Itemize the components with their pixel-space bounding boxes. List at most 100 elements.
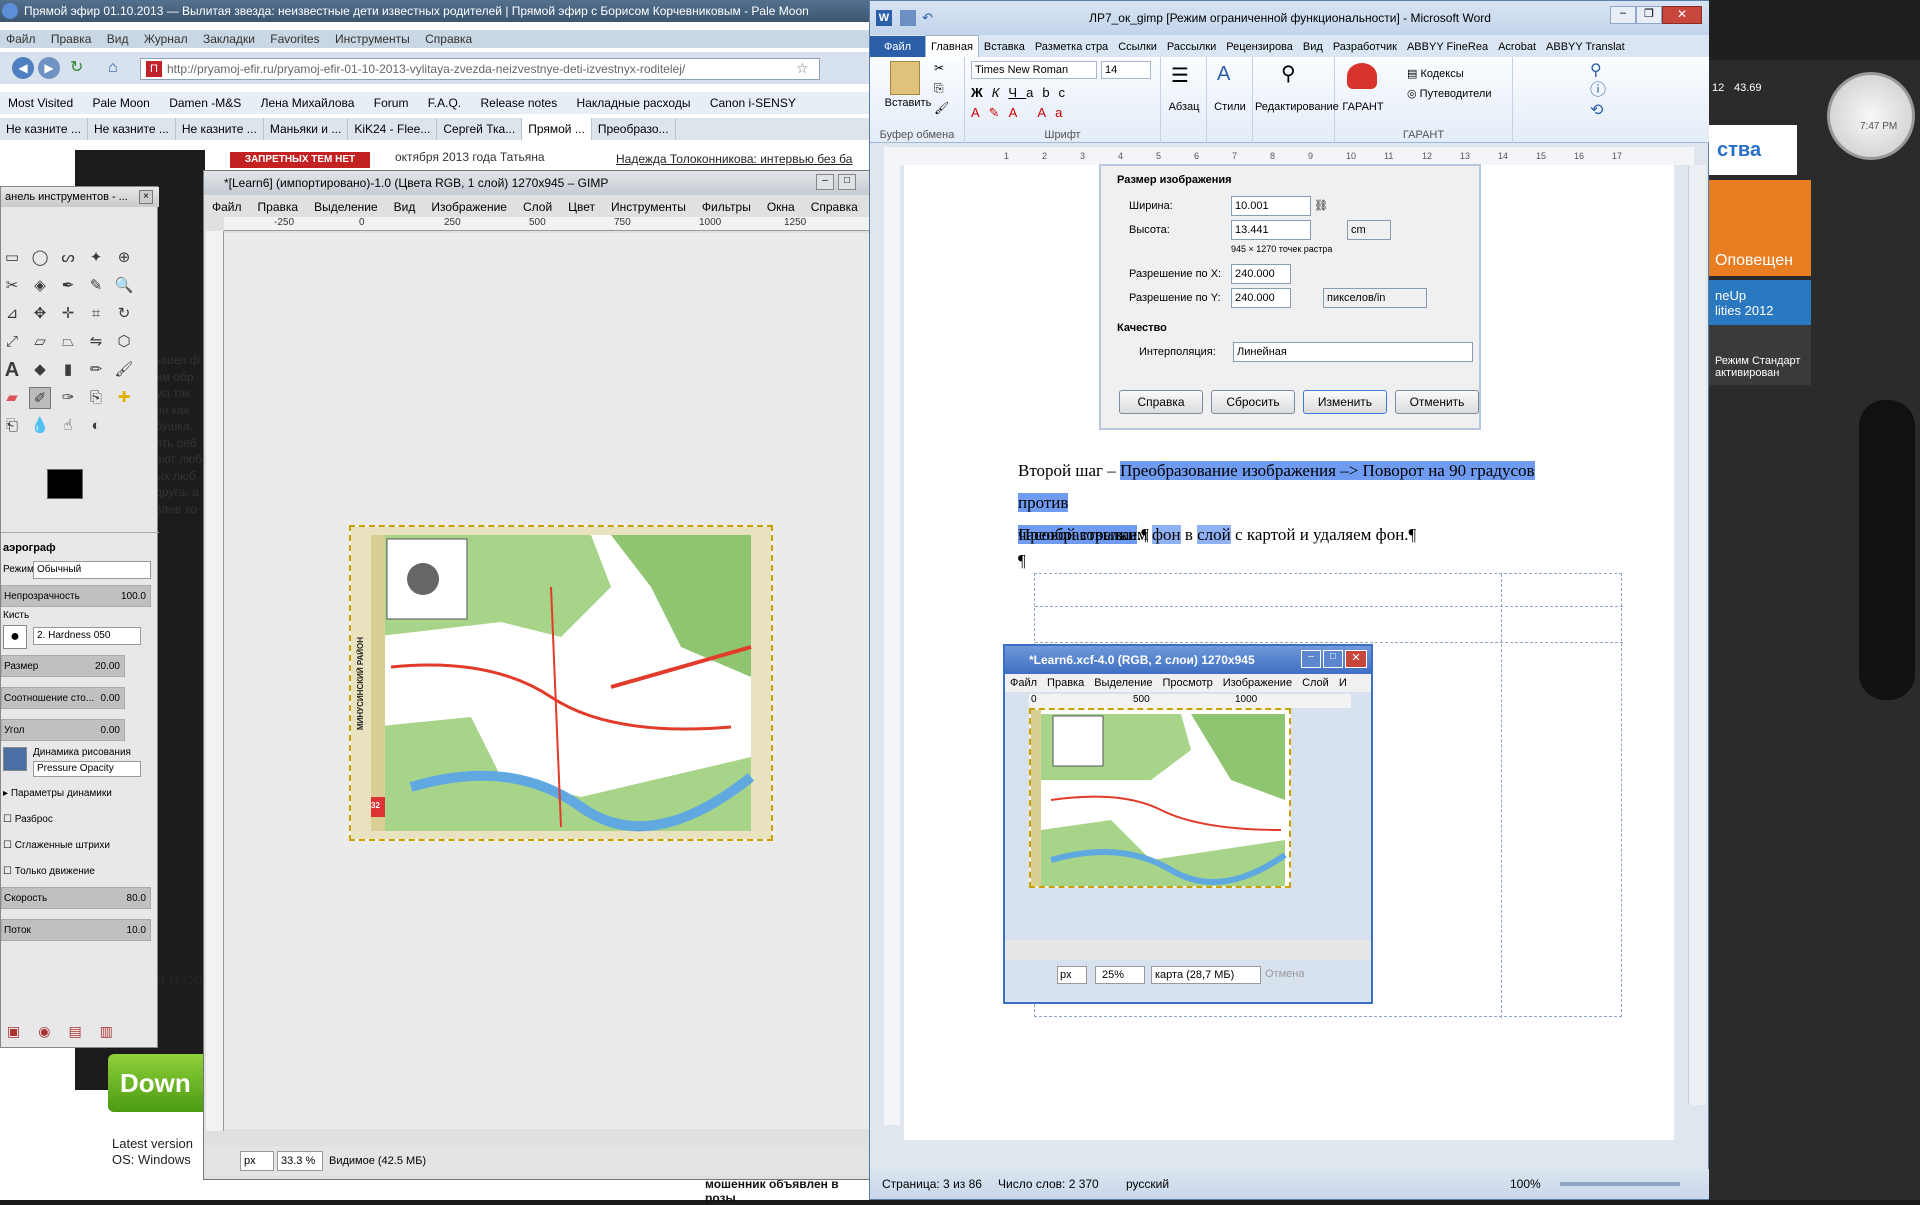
cage-icon[interactable]: ⬡ (113, 331, 135, 353)
home-icon[interactable]: ⌂ (108, 59, 126, 77)
menu-help[interactable]: Справка (425, 32, 472, 46)
mode-select[interactable]: Обычный (33, 561, 151, 579)
menu-view[interactable]: Вид (107, 32, 129, 46)
unit-select[interactable]: px (240, 1151, 274, 1171)
minimize-icon[interactable]: – (1610, 6, 1636, 24)
language[interactable]: русский (1126, 1169, 1169, 1199)
clone-icon[interactable]: ⎘ (85, 387, 107, 409)
close-icon[interactable]: × (139, 190, 153, 204)
scale-icon[interactable]: ⤢ (1, 331, 23, 353)
page-link[interactable]: Надежда Толоконникова: интервью без ба (616, 152, 852, 166)
bookmark-star-icon[interactable]: ☆ (796, 60, 812, 76)
rotate-icon[interactable]: ↻ (113, 303, 135, 325)
gimp-canvas[interactable]: МИНУСИНСКИЙ РАЙОН 32 (224, 233, 874, 1129)
rate-slider[interactable]: Скорость 80.0 (1, 887, 151, 909)
menu-favorites[interactable]: Favorites (270, 32, 319, 46)
close-icon[interactable]: ✕ (1662, 6, 1702, 24)
gimp-menu-item[interactable]: Фильтры (702, 200, 751, 214)
unit-select[interactable]: cm (1347, 220, 1391, 240)
resolution-unit-select[interactable]: пикселов/in (1323, 288, 1427, 308)
tab-insert[interactable]: Вставка (979, 36, 1030, 58)
opacity-slider[interactable]: Непрозрачность 100.0 (1, 585, 151, 607)
bookmark-item[interactable]: Forum (374, 96, 409, 110)
ribbon-extra-icons[interactable]: ⚲ ⓘ ⟲ (1590, 61, 1680, 131)
zoom-select[interactable]: 33.3 % (277, 1151, 323, 1171)
binoculars-icon[interactable]: ⚲ (1281, 61, 1296, 86)
eraser-icon[interactable]: ▰ (1, 387, 23, 409)
width-input[interactable]: 10.001 (1231, 196, 1311, 216)
minimize-icon[interactable]: – (816, 174, 834, 190)
gimp-menu-item[interactable]: Изображение (431, 200, 507, 214)
url-input[interactable]: http://pryamoj-efir.ru/pryamoj-efir-01-1… (140, 58, 820, 80)
word-count[interactable]: Число слов: 2 370 (998, 1169, 1099, 1199)
scissors-icon[interactable]: ✂ (1, 275, 23, 297)
align-icon[interactable]: ✛ (57, 303, 79, 325)
zoom-level[interactable]: 100% (1510, 1169, 1541, 1199)
help-button[interactable]: Справка (1119, 390, 1203, 414)
brush-preview-icon[interactable]: ● (3, 625, 27, 649)
reset-button[interactable]: Сбросить (1211, 390, 1295, 414)
pencil-icon[interactable]: ✏ (85, 359, 107, 381)
perspective-clone-icon[interactable]: ⎗ (1, 415, 23, 437)
menu-history[interactable]: Журнал (144, 32, 188, 46)
tab-acrobat[interactable]: Acrobat (1493, 36, 1541, 58)
foreground-color[interactable] (47, 469, 83, 499)
paste-icon[interactable] (890, 61, 920, 95)
styles-icon[interactable]: A (1217, 63, 1230, 86)
download-button[interactable]: Down (108, 1054, 208, 1112)
gimp-menu-item[interactable]: Окна (767, 200, 795, 214)
chain-link-icon[interactable]: ⛓ (1314, 199, 1328, 239)
dynamics-params-expander[interactable]: ▸ Параметры динамики (1, 783, 151, 805)
back-icon[interactable]: ◀ (12, 57, 34, 79)
tab-view[interactable]: Вид (1298, 36, 1328, 58)
motion-only-checkbox[interactable]: ☐ Только движение (1, 861, 151, 883)
foreground-select-icon[interactable]: ◈ (29, 275, 51, 297)
change-button[interactable]: Изменить (1303, 390, 1387, 414)
tab-abbyy-translator[interactable]: ABBYY Translat (1541, 36, 1630, 58)
undo-icon[interactable]: ↶ (922, 10, 933, 26)
paintbrush-icon[interactable]: 🖌 (113, 359, 135, 381)
shear-icon[interactable]: ▱ (29, 331, 51, 353)
format-painter-icon[interactable]: 🖌 (934, 101, 949, 115)
lasso-icon[interactable]: ᔕ (57, 247, 79, 269)
font-format-buttons[interactable]: ЖКЧabc (971, 85, 1074, 100)
bookmark-item[interactable]: Damen -M&S (169, 96, 241, 110)
maximize-icon[interactable]: ❐ (1636, 6, 1662, 24)
tab-item[interactable]: Не казните ... (88, 118, 176, 140)
garant-logo-icon[interactable] (1347, 63, 1377, 89)
gimp-menu-item[interactable]: Слой (523, 200, 552, 214)
forward-icon[interactable]: ▶ (38, 57, 60, 79)
blur-icon[interactable]: 💧 (29, 415, 51, 437)
tab-review[interactable]: Рецензирова (1221, 36, 1298, 58)
gimp-menu-item[interactable]: Вид (394, 200, 416, 214)
flow-slider[interactable]: Поток 10.0 (1, 919, 151, 941)
gimp-menu-item[interactable]: Инструменты (611, 200, 686, 214)
ellipse-select-icon[interactable]: ◯ (29, 247, 51, 269)
tab-references[interactable]: Ссылки (1113, 36, 1162, 58)
aspect-ratio-slider[interactable]: Соотношение сто... 0.00 (1, 687, 125, 709)
interpolation-select[interactable]: Линейная (1233, 342, 1473, 362)
menu-bookmarks[interactable]: Закладки (203, 32, 255, 46)
color-picker-icon[interactable]: ✎ (85, 275, 107, 297)
bookmark-item[interactable]: Pale Moon (92, 96, 149, 110)
bookmark-item[interactable]: Лена Михайлова (261, 96, 355, 110)
gimp-menu-item[interactable]: Выделение (314, 200, 378, 214)
magnify-icon[interactable]: 🔍 (113, 275, 135, 297)
copy-icon[interactable]: ⎘ (934, 81, 944, 96)
resolution-x-input[interactable]: 240.000 (1231, 264, 1291, 284)
font-name-select[interactable]: Times New Roman (971, 61, 1097, 79)
ink-icon[interactable]: ✑ (57, 387, 79, 409)
cut-icon[interactable]: ✂ (934, 61, 944, 75)
size-slider[interactable]: Размер 20.00 (1, 655, 125, 677)
menu-file[interactable]: Файл (6, 32, 36, 46)
angle-slider[interactable]: Угол 0.00 (1, 719, 125, 741)
move-icon[interactable]: ✥ (29, 303, 51, 325)
text-tool-icon[interactable]: A (1, 359, 23, 381)
tab-developer[interactable]: Разработчик (1328, 36, 1402, 58)
gimp-menu-item[interactable]: Правка (258, 200, 299, 214)
crop-icon[interactable]: ⌗ (85, 303, 107, 325)
document-scrollbar[interactable] (1688, 165, 1706, 1105)
tab-item[interactable]: Не казните ... (0, 118, 88, 140)
tab-home[interactable]: Главная (925, 35, 979, 58)
scatter-checkbox[interactable]: ☐ Разброс (1, 809, 151, 831)
